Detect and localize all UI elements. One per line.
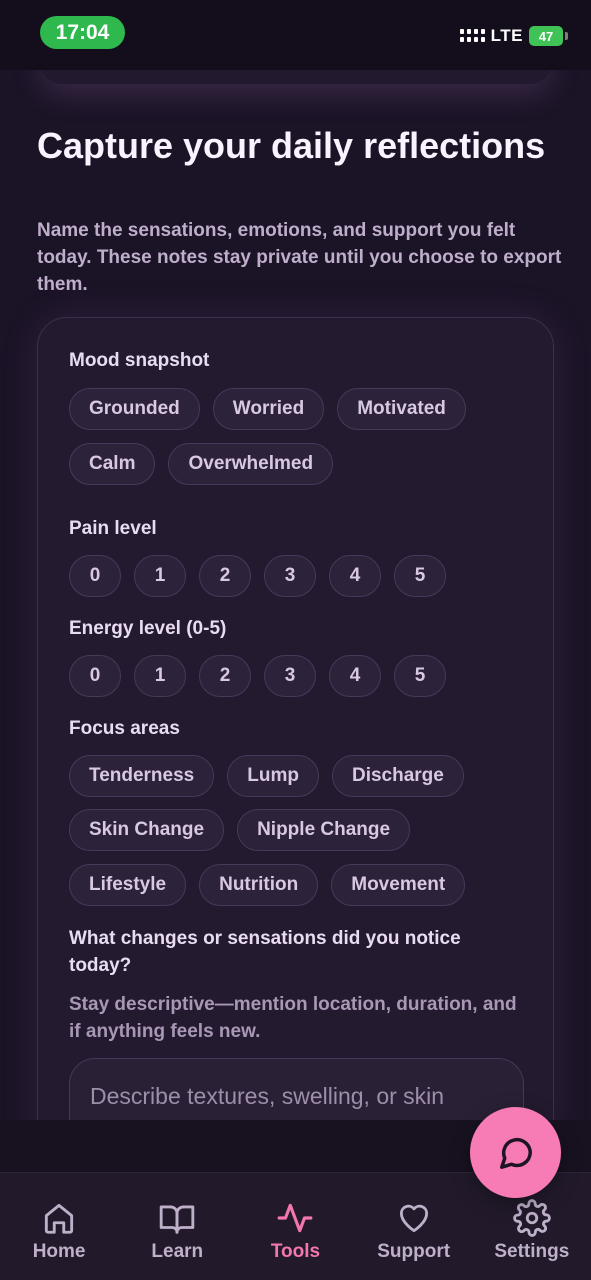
nav-learn[interactable]: Learn <box>118 1199 236 1263</box>
mood-chip-worried[interactable]: Worried <box>212 388 325 430</box>
chat-bubble-icon <box>499 1137 532 1169</box>
page-title: Capture your daily reflections <box>37 125 546 166</box>
mood-chip-grounded[interactable]: Grounded <box>69 388 200 430</box>
chat-button[interactable] <box>470 1107 561 1198</box>
pain-scale: 0 1 2 3 4 5 <box>69 555 446 597</box>
status-time: 17:04 <box>40 16 125 49</box>
reflection-form-card: Mood snapshot Grounded Worried Motivated… <box>37 317 554 1120</box>
heart-icon <box>399 1204 428 1233</box>
page-subtitle: Name the sensations, emotions, and suppo… <box>37 220 562 295</box>
pain-option-0[interactable]: 0 <box>69 555 121 597</box>
nav-support[interactable]: Support <box>355 1199 473 1263</box>
scroll-content[interactable]: Capture your daily reflections Name the … <box>0 70 591 1120</box>
notes-textarea[interactable]: Describe textures, swelling, or skin <box>69 1058 524 1120</box>
home-icon <box>45 1203 74 1234</box>
focus-chips-row-2: Skin Change Nipple Change <box>69 809 411 851</box>
nav-settings-label: Settings <box>494 1241 570 1262</box>
pain-option-3[interactable]: 3 <box>264 555 316 597</box>
nav-tools[interactable]: Tools <box>236 1199 354 1263</box>
energy-label: Energy level (0-5) <box>69 618 227 639</box>
nav-tools-label: Tools <box>270 1241 321 1262</box>
mood-chip-calm[interactable]: Calm <box>69 443 156 485</box>
mood-chip-motivated[interactable]: Motivated <box>337 388 466 430</box>
focus-chip-nipple-change[interactable]: Nipple Change <box>237 809 411 851</box>
mood-chips-row-1: Grounded Worried Motivated <box>69 388 466 430</box>
book-icon <box>160 1205 195 1234</box>
focus-chip-skin-change[interactable]: Skin Change <box>69 809 225 851</box>
battery-icon: 47 <box>529 26 568 46</box>
signal-icon <box>459 29 485 43</box>
battery-level: 47 <box>538 28 554 44</box>
nav-home-label: Home <box>32 1241 86 1262</box>
energy-option-1[interactable]: 1 <box>134 655 186 697</box>
activity-icon <box>278 1203 313 1233</box>
notes-question: What changes or sensations did you notic… <box>69 928 461 976</box>
screen: 17:04 LTE 47 Capture your daily reflecti… <box>0 0 591 1280</box>
pain-option-1[interactable]: 1 <box>134 555 186 597</box>
pain-label: Pain level <box>69 518 157 539</box>
energy-option-5[interactable]: 5 <box>394 655 446 697</box>
focus-chips-row-3: Lifestyle Nutrition Movement <box>69 864 466 906</box>
focus-chip-discharge[interactable]: Discharge <box>331 755 464 797</box>
focus-chip-lifestyle[interactable]: Lifestyle <box>69 864 187 906</box>
focus-label: Focus areas <box>69 718 180 739</box>
focus-chip-tenderness[interactable]: Tenderness <box>69 755 215 797</box>
mood-chips-row-2: Calm Overwhelmed <box>69 443 334 485</box>
nav-settings[interactable]: Settings <box>473 1199 591 1263</box>
energy-option-2[interactable]: 2 <box>199 655 251 697</box>
focus-chip-nutrition[interactable]: Nutrition <box>199 864 319 906</box>
energy-scale: 0 1 2 3 4 5 <box>69 655 446 697</box>
energy-option-4[interactable]: 4 <box>329 655 381 697</box>
pain-option-4[interactable]: 4 <box>329 555 381 597</box>
pain-option-5[interactable]: 5 <box>394 555 446 597</box>
focus-chip-lump[interactable]: Lump <box>227 755 319 797</box>
status-indicators: LTE 47 <box>459 26 568 46</box>
network-type: LTE <box>490 26 523 45</box>
focus-chip-movement[interactable]: Movement <box>331 864 466 906</box>
energy-option-0[interactable]: 0 <box>69 655 121 697</box>
energy-option-3[interactable]: 3 <box>264 655 316 697</box>
notes-hint: Stay descriptive—mention location, durat… <box>69 994 517 1042</box>
gear-icon <box>513 1199 551 1237</box>
focus-chips-row-1: Tenderness Lump Discharge <box>69 755 464 797</box>
status-bar: 17:04 LTE 47 <box>0 0 591 70</box>
pain-option-2[interactable]: 2 <box>199 555 251 597</box>
nav-support-label: Support <box>377 1241 451 1262</box>
mood-label: Mood snapshot <box>69 350 210 371</box>
nav-learn-label: Learn <box>151 1241 204 1262</box>
nav-home[interactable]: Home <box>0 1199 118 1263</box>
mood-chip-overwhelmed[interactable]: Overwhelmed <box>168 443 334 485</box>
previous-card <box>40 70 552 84</box>
